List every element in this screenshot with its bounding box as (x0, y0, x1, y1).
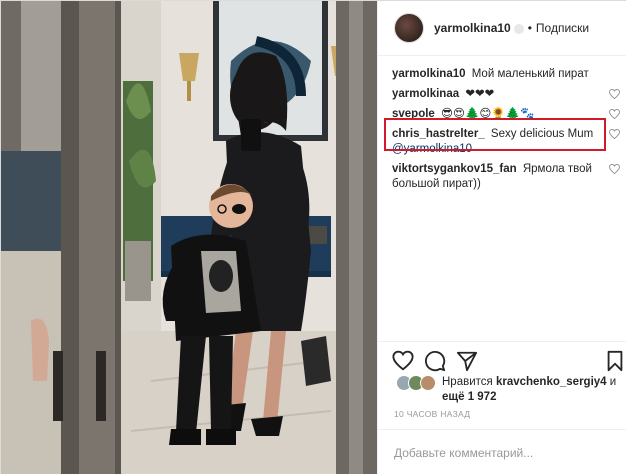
comment-user[interactable]: yarmolkina10 (392, 68, 466, 80)
likes-text: Нравится kravchenko_sergiy4 и ещё 1 972 (442, 375, 622, 405)
comment-item: yarmolkinaa ❤❤❤ (392, 87, 620, 102)
post-photo[interactable] (1, 1, 377, 474)
like-avatars (396, 375, 442, 391)
comment-text: Мой маленький пират (471, 68, 589, 80)
post-header: yarmolkina10 • Подписки (378, 1, 626, 56)
comment-like-heart-icon[interactable] (609, 109, 620, 119)
likes-prefix: Нравится (442, 376, 493, 388)
post-timestamp[interactable]: 10 ЧАСОВ НАЗАД (394, 409, 470, 419)
share-icon[interactable] (456, 350, 478, 372)
comment-like-heart-icon[interactable] (609, 89, 620, 99)
post-username[interactable]: yarmolkina10 (434, 21, 511, 35)
comment-icon[interactable] (424, 350, 446, 372)
following-button[interactable]: Подписки (536, 21, 589, 35)
separator-dot: • (527, 21, 532, 35)
photo-image (1, 1, 377, 474)
heart-icon[interactable] (392, 350, 414, 372)
post-side-panel: yarmolkina10 • Подписки yarmolkina10 Мой… (377, 1, 626, 474)
likes-count[interactable]: ещё 1 972 (442, 391, 496, 403)
likes-user[interactable]: kravchenko_sergiy4 (496, 376, 607, 388)
likes-middle: и (609, 376, 617, 388)
comment-text: ❤❤❤ (465, 88, 495, 100)
comment-like-heart-icon[interactable] (609, 129, 620, 139)
comment-user[interactable]: yarmolkinaa (392, 88, 459, 100)
comment-item: viktortsygankov15_fan Ярмола твой большо… (392, 162, 620, 192)
verified-icon (513, 24, 524, 34)
comment-highlight-box (384, 118, 606, 151)
avatar[interactable] (394, 13, 424, 43)
avatar (420, 375, 436, 391)
add-comment-bar (378, 429, 626, 474)
comment-like-heart-icon[interactable] (609, 164, 620, 174)
likes-summary: Нравится kravchenko_sergiy4 и ещё 1 972 (392, 373, 622, 407)
bookmark-icon[interactable] (604, 350, 626, 372)
comments-list: yarmolkina10 Мой маленький пират yarmolk… (378, 59, 626, 339)
add-comment-input[interactable] (394, 445, 604, 460)
post-frame: yarmolkina10 • Подписки yarmolkina10 Мой… (0, 0, 626, 474)
comment-user[interactable]: viktortsygankov15_fan (392, 163, 517, 175)
comment-item: yarmolkina10 Мой маленький пират (392, 67, 616, 82)
